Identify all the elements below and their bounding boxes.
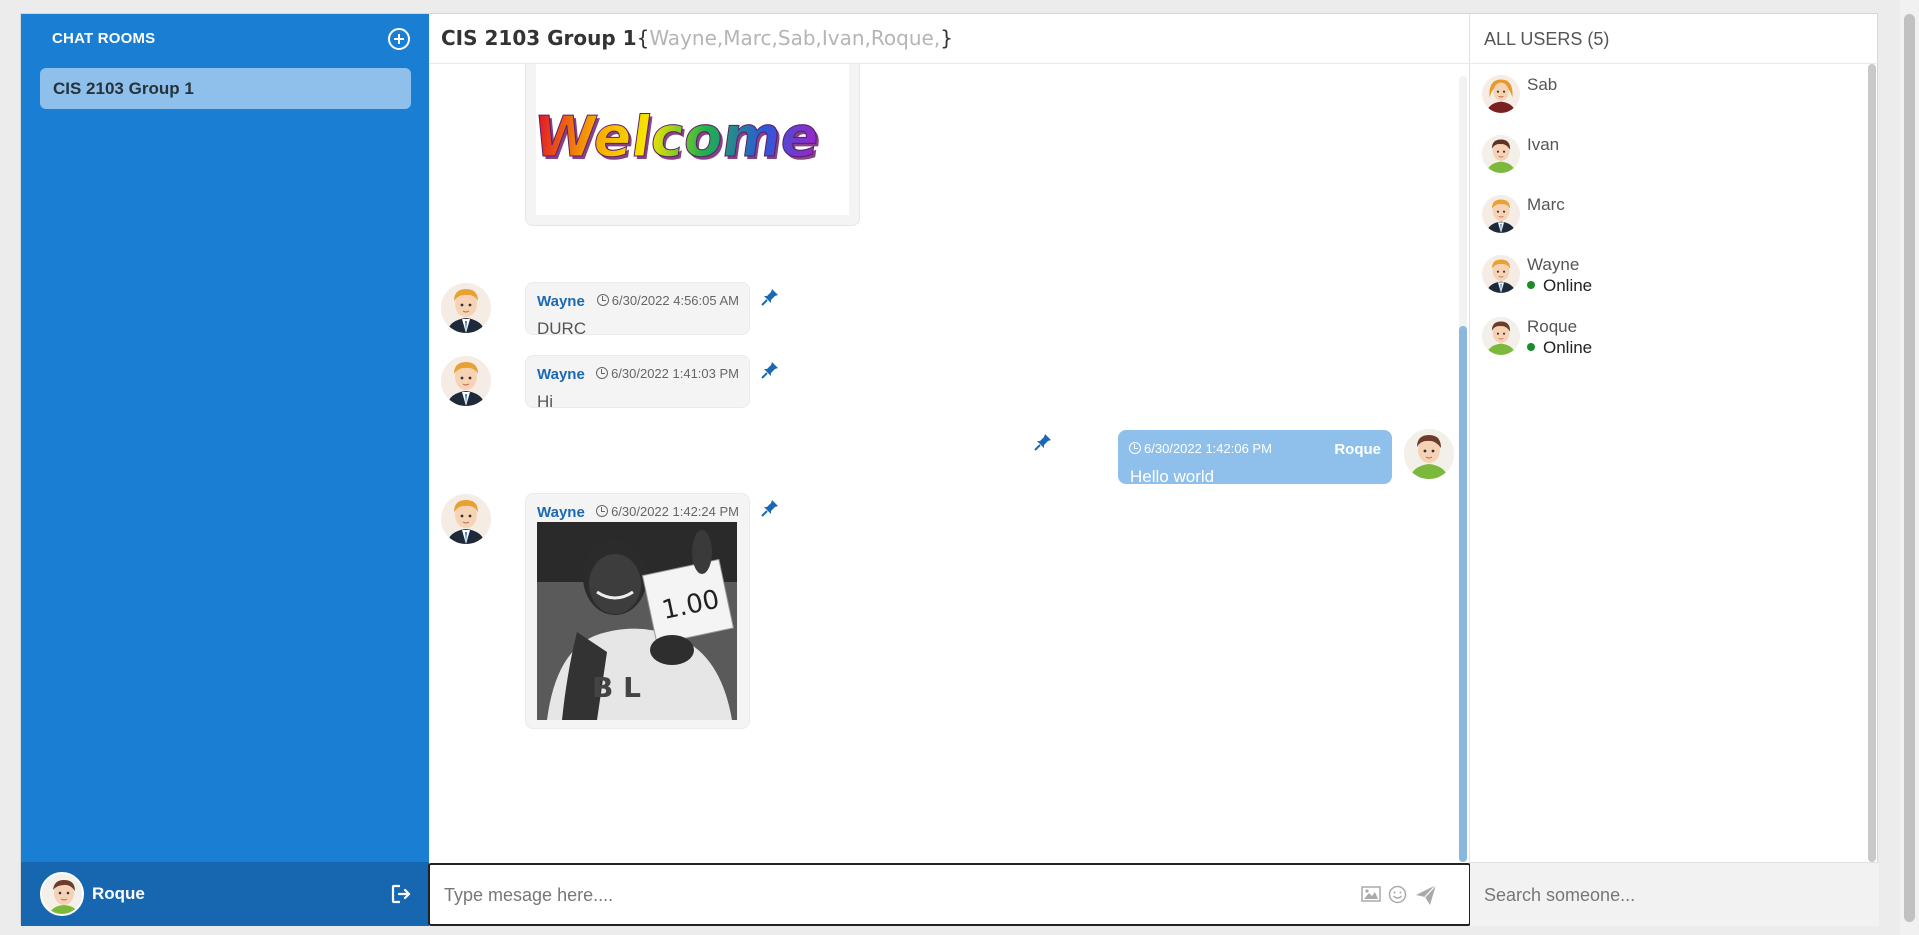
user-list-item[interactable]: Sab (1482, 75, 1862, 125)
avatar-wayne[interactable] (441, 356, 491, 406)
messages-scrollbar-thumb[interactable] (1459, 326, 1467, 862)
message-time-text: 6/30/2022 1:41:03 PM (611, 366, 739, 381)
pin-icon[interactable] (760, 498, 780, 518)
welcome-image[interactable]: Welcome Welcome (529, 64, 849, 215)
chat-panel: CIS 2103 Group 1{Wayne,Marc,Sab,Ivan,Roq… (428, 14, 1471, 926)
message-time: 6/30/2022 4:56:05 AM (596, 293, 739, 308)
message-time: 6/30/2022 1:42:06 PM (1129, 441, 1272, 456)
user-name: Marc (1527, 195, 1565, 214)
message-text: Hello world (1130, 467, 1215, 486)
user-name: Wayne (1527, 255, 1580, 274)
image-message-bubble: Wayne 6/30/2022 1:42:24 PM 1.00 B L (525, 493, 750, 729)
welcome-image-message: Welcome Welcome (525, 64, 860, 226)
current-user-name: Roque (92, 884, 145, 903)
user-list-item[interactable]: Marc (1482, 195, 1862, 245)
current-user-avatar[interactable] (40, 872, 84, 916)
message-sender: Wayne (537, 366, 585, 383)
user-status: Online (1527, 276, 1592, 296)
user-list-item[interactable]: Roque Online (1482, 317, 1862, 367)
user-name: Ivan (1527, 135, 1560, 154)
message-bubble: Wayne 6/30/2022 4:56:05 AM DURC (525, 282, 750, 338)
user-status-text: Online (1543, 338, 1593, 357)
user-status: Online (1527, 338, 1592, 358)
user-avatar (1482, 195, 1520, 233)
user-avatar (1482, 135, 1520, 173)
clock-icon (596, 367, 609, 379)
page-scrollbar[interactable] (1900, 0, 1919, 935)
svg-text:B L: B L (592, 671, 641, 704)
user-name: Roque (1527, 317, 1578, 336)
sidebar-title: CHAT ROOMS (52, 30, 156, 47)
pin-icon[interactable] (760, 287, 780, 307)
message-text: Hi (537, 392, 554, 411)
message-time: 6/30/2022 1:41:03 PM (596, 366, 739, 381)
user-search-input[interactable] (1484, 883, 1864, 907)
room-members: Wayne,Marc,Sab,Ivan,Roque, (649, 26, 941, 50)
user-list-item[interactable]: Ivan (1482, 135, 1862, 185)
message-time: 6/30/2022 1:42:24 PM (596, 504, 739, 519)
my-message-bubble: 6/30/2022 1:42:06 PM Roque Hello world (1118, 430, 1392, 486)
pin-icon[interactable] (760, 360, 780, 380)
message-time-text: 6/30/2022 1:42:06 PM (1144, 441, 1272, 456)
message-time-text: 6/30/2022 4:56:05 AM (611, 293, 739, 308)
message-list: Welcome Welcome Wayne 6/30/2022 4:56:05 … (429, 64, 1470, 862)
users-scrollbar[interactable] (1868, 64, 1876, 862)
add-room-icon[interactable] (388, 28, 410, 50)
room-item-cis-2103-group-1[interactable]: CIS 2103 Group 1 (40, 68, 411, 109)
user-search-bar (1470, 862, 1879, 926)
message-sender: Roque (1334, 441, 1381, 458)
user-avatar (1482, 317, 1520, 355)
message-text: DURC (537, 319, 587, 338)
user-status-text: Online (1543, 276, 1593, 295)
message-input-bar (428, 863, 1471, 926)
user-avatar (1482, 255, 1520, 293)
user-name: Sab (1527, 75, 1558, 94)
avatar-wayne[interactable] (441, 494, 491, 544)
message-input[interactable] (444, 883, 1324, 907)
shared-photo[interactable]: 1.00 B L (537, 522, 737, 720)
clock-icon (1129, 442, 1141, 454)
messages-scrollbar[interactable] (1459, 76, 1467, 862)
message-sender: Wayne (537, 293, 585, 310)
logout-icon[interactable] (391, 884, 413, 904)
message-time-text: 6/30/2022 1:42:24 PM (611, 504, 739, 519)
send-icon[interactable] (1414, 883, 1438, 912)
online-dot-icon (1527, 281, 1535, 289)
emoji-icon[interactable] (1388, 885, 1407, 909)
message-bubble: Wayne 6/30/2022 1:41:03 PM Hi (525, 355, 750, 411)
brace-close: } (940, 26, 953, 50)
user-avatar (1482, 75, 1520, 113)
online-dot-icon (1527, 343, 1535, 351)
sidebar-footer: Roque (21, 862, 429, 926)
sidebar-header: CHAT ROOMS (21, 14, 429, 64)
page-scrollbar-thumb[interactable] (1904, 14, 1915, 922)
clock-icon (596, 294, 609, 306)
message-sender: Wayne (537, 504, 585, 521)
avatar-roque[interactable] (1404, 429, 1454, 479)
chat-room-title: CIS 2103 Group 1 (441, 26, 637, 50)
welcome-text: Welcome (536, 105, 824, 170)
clock-icon (596, 505, 609, 517)
user-list-item[interactable]: Wayne Online (1482, 255, 1862, 305)
chat-rooms-sidebar: CHAT ROOMS CIS 2103 Group 1 Roque (21, 14, 429, 926)
users-header: ALL USERS (5) (1470, 14, 1879, 64)
avatar-wayne[interactable] (441, 283, 491, 333)
users-scrollbar-thumb[interactable] (1868, 64, 1876, 862)
brace-open: { (636, 26, 650, 50)
pin-icon[interactable] (1033, 432, 1053, 452)
image-icon[interactable] (1361, 885, 1381, 908)
all-users-panel: ALL USERS (5) Sab Ivan Marc Wayne Online… (1470, 14, 1879, 926)
chat-header: CIS 2103 Group 1{Wayne,Marc,Sab,Ivan,Roq… (429, 14, 1470, 64)
chat-app: CHAT ROOMS CIS 2103 Group 1 Roque CIS 21… (20, 13, 1879, 926)
